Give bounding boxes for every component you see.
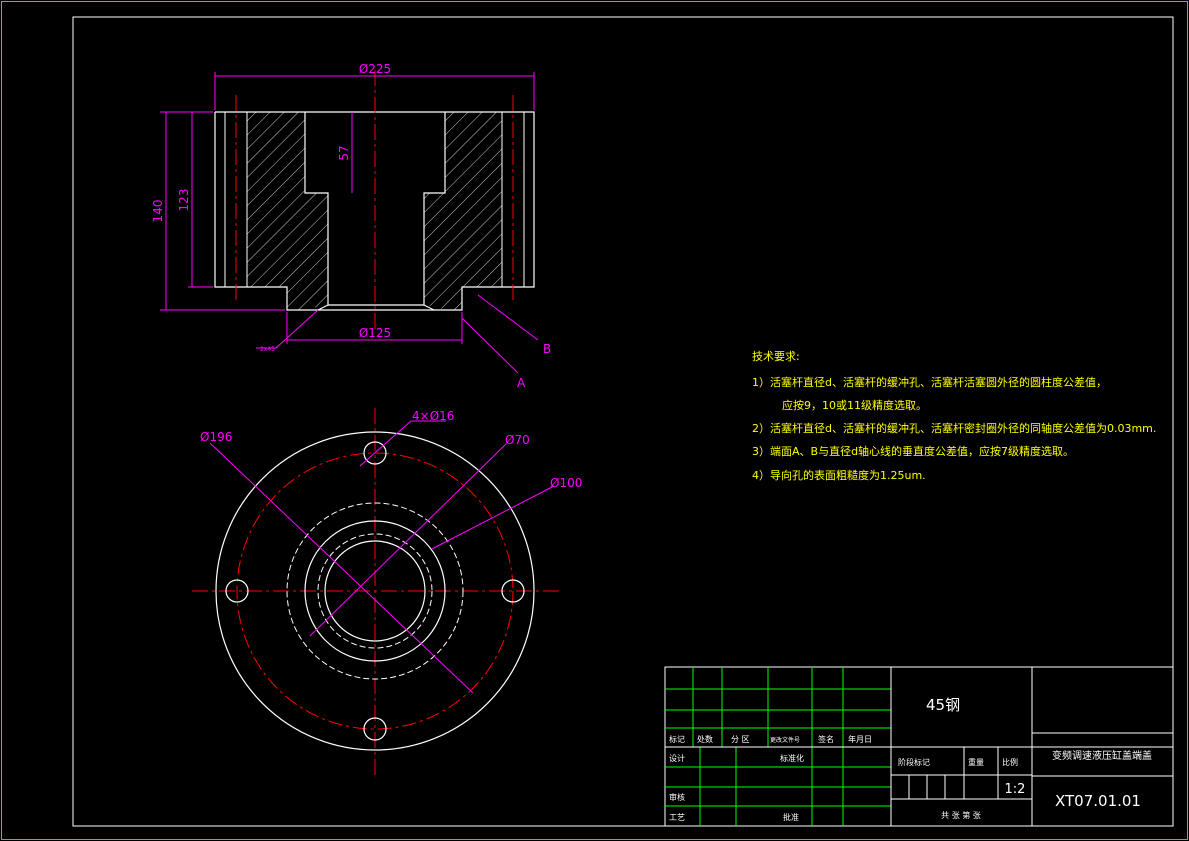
drawing-number: XT07.01.01 [1055, 792, 1141, 810]
rev-header: 年月日 [848, 734, 872, 744]
leader-boss [431, 485, 555, 550]
dim-total-height: 140 [151, 200, 165, 223]
leader-holes [359, 420, 412, 467]
tech-req-item: 4）导向孔的表面粗糙度为1.25um. [752, 468, 926, 482]
callout-b-leader [477, 294, 539, 341]
chamfer-leader [275, 309, 319, 349]
design-label: 设计 [669, 753, 685, 763]
dim-counterbore-depth: 57 [337, 145, 351, 160]
title-block-text: 45钢 变频调速液压缸盖端盖 XT07.01.01 阶段标记 重量 比例 1:2… [669, 696, 1152, 822]
tech-req-item: 1）活塞杆直径d、活塞杆的缓冲孔、活塞杆活塞圆外径的圆柱度公差值， [752, 375, 1107, 389]
technical-requirements: 技术要求: 1）活塞杆直径d、活塞杆的缓冲孔、活塞杆活塞圆外径的圆柱度公差值， … [752, 350, 1156, 482]
rev-header: 更改文件号 [770, 736, 800, 744]
outer-frame [1, 1, 1188, 840]
top-view: Ø196 4×Ø16 Ø70 Ø100 [192, 408, 582, 775]
part-name: 变频调速液压缸盖端盖 [1052, 749, 1152, 762]
rev-header: 标记 [669, 734, 685, 744]
dim-bore: Ø70 [505, 433, 530, 447]
rev-header: 签名 [818, 734, 834, 744]
weight-label: 重量 [968, 757, 984, 767]
process-label: 工艺 [669, 813, 685, 822]
section-view: Ø225 140 123 57 Ø125 2x45° A B [151, 62, 551, 390]
sheet-label: 共 张 第 张 [941, 810, 981, 820]
section-hatch-left [247, 112, 328, 310]
leader-bolt-circle [209, 442, 474, 694]
callout-a-leader [461, 317, 519, 374]
dim-boss: Ø100 [550, 476, 582, 490]
tech-req-heading: 技术要求: [752, 350, 800, 363]
leader-bore [309, 443, 507, 637]
dim-pilot-diameter: Ø125 [359, 326, 391, 340]
standardization-label: 标准化 [780, 753, 804, 763]
scale-value: 1:2 [1005, 782, 1026, 797]
stage-label: 阶段标记 [898, 757, 930, 767]
tech-req-item: 2）活塞杆直径d、活塞杆的缓冲孔、活塞杆密封圈外径的同轴度公差值为0.03mm. [752, 421, 1156, 435]
dim-holes: 4×Ø16 [412, 409, 454, 423]
scale-label: 比例 [1002, 757, 1018, 767]
rev-header: 处数 [697, 734, 713, 744]
approve-label: 批准 [783, 812, 799, 822]
dim-chamfer: 2x45° [260, 346, 278, 353]
check-label: 审核 [669, 792, 685, 802]
section-hatch-right [424, 112, 502, 310]
rev-header: 分 区 [731, 735, 750, 744]
dim-flange-height: 123 [177, 189, 191, 212]
callout-a: A [517, 376, 526, 390]
dim-outer-diameter: Ø225 [359, 62, 391, 76]
tech-req-item: 3）端面A、B与直径d轴心线的垂直度公差值，应按7级精度选取。 [752, 444, 1074, 458]
dim-bolt-circle: Ø196 [200, 430, 232, 444]
tech-req-item: 应按9，10或11级精度选取。 [782, 398, 927, 412]
callout-b: B [543, 342, 551, 356]
cad-drawing-canvas: Ø225 140 123 57 Ø125 2x45° A B Ø196 4×Ø1… [1, 1, 1188, 840]
material: 45钢 [926, 696, 960, 714]
